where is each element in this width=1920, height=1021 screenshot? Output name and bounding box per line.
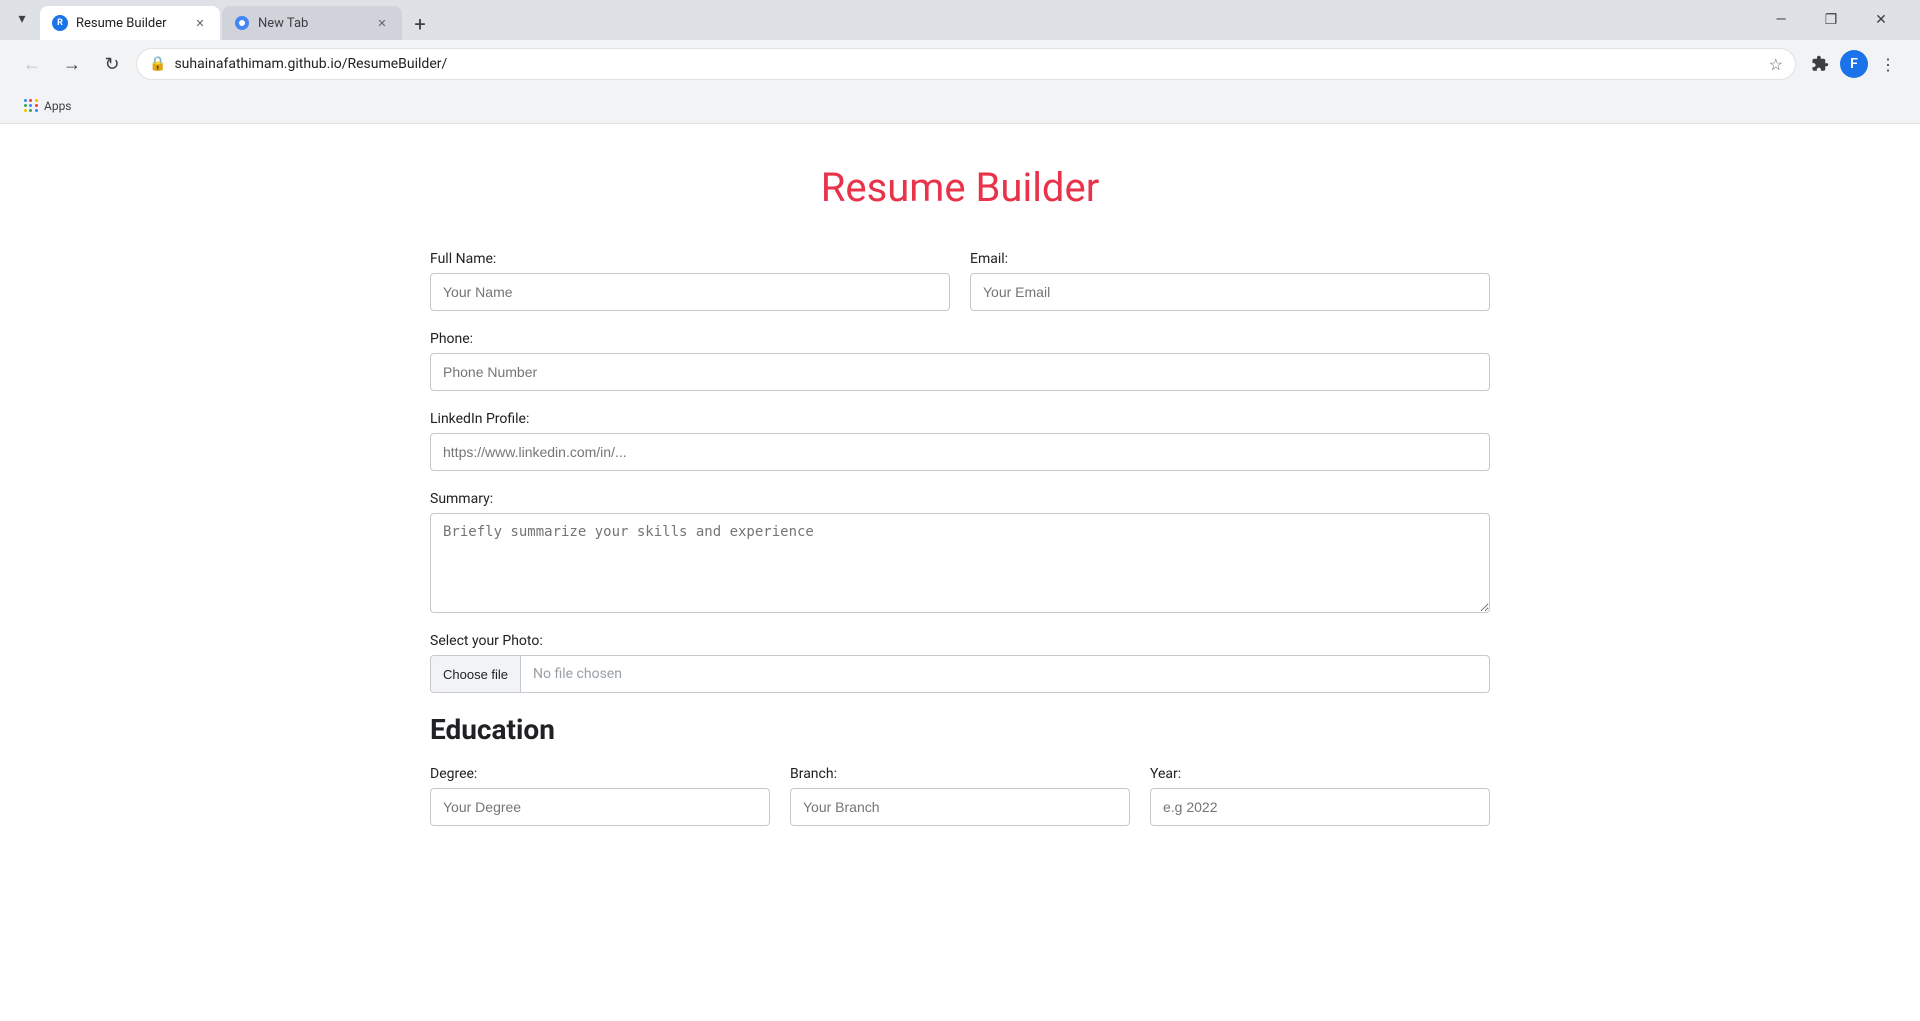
summary-textarea[interactable] xyxy=(430,513,1490,613)
tab-resume[interactable]: R Resume Builder ✕ xyxy=(40,6,220,40)
tab-title-resume: Resume Builder xyxy=(76,16,184,31)
reload-button[interactable]: ↻ xyxy=(96,48,128,80)
linkedin-row: LinkedIn Profile: xyxy=(430,411,1490,471)
bookmark-apps[interactable]: Apps xyxy=(16,95,80,117)
browser-window: ▾ R Resume Builder ✕ New Tab ✕ + — ❐ ✕ xyxy=(0,0,1920,1021)
profile-button[interactable]: F xyxy=(1840,50,1868,78)
photo-row: Select your Photo: Choose file No file c… xyxy=(430,633,1490,693)
year-input[interactable] xyxy=(1150,788,1490,826)
name-email-row: Full Name: Email: xyxy=(430,251,1490,311)
summary-row: Summary: xyxy=(430,491,1490,613)
summary-group: Summary: xyxy=(430,491,1490,613)
menu-button[interactable]: ⋮ xyxy=(1872,48,1904,80)
address-bar-actions: ☆ xyxy=(1769,55,1783,74)
bookmark-star-icon[interactable]: ☆ xyxy=(1769,55,1783,74)
linkedin-input[interactable] xyxy=(430,433,1490,471)
page-inner: Resume Builder Full Name: Email: Phone: xyxy=(410,164,1510,826)
new-tab-button[interactable]: + xyxy=(406,10,434,38)
tab-favicon-newtab xyxy=(234,15,250,31)
email-label: Email: xyxy=(970,251,1490,267)
maximize-button[interactable]: ❐ xyxy=(1808,4,1854,36)
phone-row: Phone: xyxy=(430,331,1490,391)
year-label: Year: xyxy=(1150,766,1490,782)
phone-group: Phone: xyxy=(430,331,1490,391)
extensions-button[interactable] xyxy=(1804,48,1836,80)
file-input-container: Choose file No file chosen xyxy=(430,655,1490,693)
summary-label: Summary: xyxy=(430,491,1490,507)
tab-close-newtab[interactable]: ✕ xyxy=(374,15,390,31)
page-content: Resume Builder Full Name: Email: Phone: xyxy=(0,124,1920,1021)
phone-label: Phone: xyxy=(430,331,1490,347)
photo-group: Select your Photo: Choose file No file c… xyxy=(430,633,1490,693)
apps-label: Apps xyxy=(44,99,72,113)
linkedin-label: LinkedIn Profile: xyxy=(430,411,1490,427)
email-group: Email: xyxy=(970,251,1490,311)
forward-button[interactable]: → xyxy=(56,48,88,80)
window-controls: — ❐ ✕ xyxy=(1758,4,1912,36)
back-button[interactable]: ← xyxy=(16,48,48,80)
degree-input[interactable] xyxy=(430,788,770,826)
tab-close-resume[interactable]: ✕ xyxy=(192,15,208,31)
tab-title-newtab: New Tab xyxy=(258,16,366,31)
close-button[interactable]: ✕ xyxy=(1858,4,1904,36)
choose-file-button[interactable]: Choose file xyxy=(431,656,521,692)
branch-label: Branch: xyxy=(790,766,1130,782)
email-input[interactable] xyxy=(970,273,1490,311)
full-name-label: Full Name: xyxy=(430,251,950,267)
education-row: Degree: Branch: Year: xyxy=(430,766,1490,826)
year-group: Year: xyxy=(1150,766,1490,826)
full-name-input[interactable] xyxy=(430,273,950,311)
photo-label: Select your Photo: xyxy=(430,633,1490,649)
branch-input[interactable] xyxy=(790,788,1130,826)
page-title: Resume Builder xyxy=(430,164,1490,211)
education-section-title: Education xyxy=(430,713,1490,746)
address-bar[interactable]: 🔒 suhainafathimam.github.io/ResumeBuilde… xyxy=(136,48,1796,80)
degree-group: Degree: xyxy=(430,766,770,826)
lock-icon: 🔒 xyxy=(149,56,166,72)
phone-input[interactable] xyxy=(430,353,1490,391)
tab-newtab[interactable]: New Tab ✕ xyxy=(222,6,402,40)
navigation-bar: ← → ↻ 🔒 suhainafathimam.github.io/Resume… xyxy=(0,40,1920,88)
title-bar: ▾ R Resume Builder ✕ New Tab ✕ + — ❐ ✕ xyxy=(0,0,1920,40)
branch-group: Branch: xyxy=(790,766,1130,826)
bookmarks-bar: Apps xyxy=(0,88,1920,124)
tab-dropdown-button[interactable]: ▾ xyxy=(8,5,36,33)
linkedin-group: LinkedIn Profile: xyxy=(430,411,1490,471)
full-name-group: Full Name: xyxy=(430,251,950,311)
tab-favicon-resume: R xyxy=(52,15,68,31)
address-text: suhainafathimam.github.io/ResumeBuilder/ xyxy=(174,56,1760,72)
toolbar-right: F ⋮ xyxy=(1804,48,1904,80)
file-name-display: No file chosen xyxy=(521,666,634,682)
tab-list: R Resume Builder ✕ New Tab ✕ + xyxy=(40,0,1754,40)
degree-label: Degree: xyxy=(430,766,770,782)
apps-grid-icon xyxy=(24,99,38,113)
minimize-button[interactable]: — xyxy=(1758,4,1804,36)
